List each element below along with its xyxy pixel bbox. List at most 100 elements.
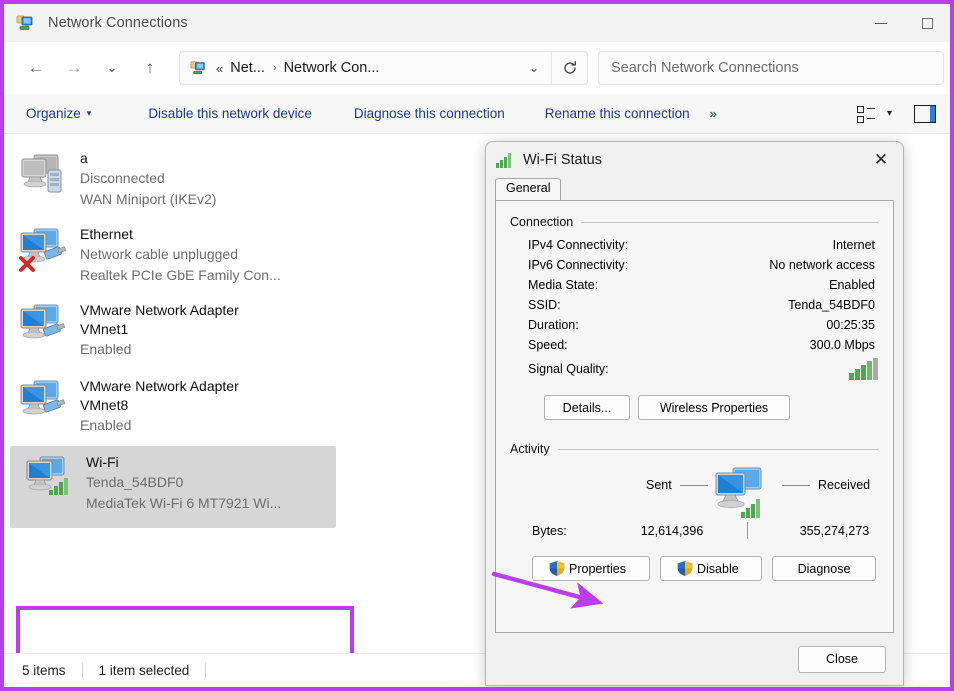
table-row: SSID: Tenda_54BDF0 <box>528 295 897 315</box>
connection-status: Disconnected <box>80 170 165 186</box>
diagnose-button[interactable]: Diagnose <box>772 556 876 581</box>
bytes-sent-value: 12,614,396 <box>640 524 704 538</box>
row-label: Duration: <box>528 318 579 332</box>
row-value: 00:25:35 <box>826 318 875 332</box>
activity-group-header: Activity <box>510 442 879 456</box>
disable-network-device-button[interactable]: Disable this network device <box>138 99 322 129</box>
breadcrumb-segment-network[interactable]: Net... <box>230 60 265 76</box>
network-folder-icon <box>190 59 208 77</box>
ethernet-unplugged-icon <box>18 226 74 278</box>
properties-button[interactable]: Properties <box>532 556 650 581</box>
wifi-connection-item[interactable]: Wi-Fi Tenda_54BDF0 MediaTek Wi-Fi 6 MT79… <box>10 446 336 528</box>
connection-name: VMware Network Adapter VMnet8 <box>80 378 239 413</box>
row-value: Internet <box>832 238 875 252</box>
search-box[interactable] <box>598 51 944 85</box>
window-controls <box>858 4 950 42</box>
row-label: SSID: <box>528 298 561 312</box>
signal-bars-icon <box>849 358 879 380</box>
item-count-label: 5 items <box>22 663 66 678</box>
chevron-down-icon[interactable]: ▾ <box>887 108 892 119</box>
up-button[interactable]: ↑ <box>131 51 169 85</box>
signal-bars-icon <box>496 152 514 168</box>
bytes-label: Bytes: <box>532 524 567 538</box>
window-titlebar: Network Connections <box>4 4 950 42</box>
address-bar[interactable]: « Net... › Network Con... ⌄ <box>179 51 588 85</box>
disable-button-label: Disable <box>697 561 739 576</box>
row-value: Enabled <box>829 278 875 292</box>
recent-locations-button[interactable]: ⌄ <box>93 51 131 85</box>
window-title: Network Connections <box>48 15 188 31</box>
back-button[interactable]: ← <box>17 51 55 85</box>
toolbar-right-group: ▾ <box>854 103 950 125</box>
selection-count-label: 1 item selected <box>98 663 190 678</box>
connection-buttons-row: Details... Wireless Properties <box>544 395 879 420</box>
search-input[interactable] <box>611 60 943 76</box>
screenshot-root: Network Connections ← → ⌄ ↑ « Net... › N… <box>0 0 954 691</box>
list-item[interactable]: a Disconnected WAN Miniport (IKEv2) <box>4 142 334 218</box>
activity-divider <box>747 522 748 539</box>
connection-group-header: Connection <box>510 215 879 229</box>
status-divider <box>205 663 207 678</box>
breadcrumb-overflow-chevrons[interactable]: « <box>216 61 223 76</box>
diagnose-connection-button[interactable]: Diagnose this connection <box>344 99 515 129</box>
table-row: Signal Quality: <box>528 355 897 383</box>
table-row: IPv4 Connectivity: Internet <box>528 235 897 255</box>
close-icon[interactable]: ✕ <box>859 143 903 177</box>
maximize-button[interactable] <box>904 4 950 42</box>
chevron-down-icon[interactable]: ⌄ <box>517 52 551 84</box>
toolbar-overflow-button[interactable]: » <box>700 106 727 121</box>
connection-name: VMware Network Adapter VMnet1 <box>80 302 239 337</box>
table-row: Media State: Enabled <box>528 275 897 295</box>
connection-name: Ethernet <box>80 226 133 242</box>
row-label: Speed: <box>528 338 568 352</box>
signal-quality-label: Signal Quality: <box>528 362 609 376</box>
breadcrumb-separator: › <box>272 62 277 74</box>
minimize-button[interactable] <box>858 4 904 42</box>
activity-group-label: Activity <box>510 442 550 456</box>
list-item-text: VMware Network Adapter VMnet8 Enabled <box>80 374 239 436</box>
activity-grid: Sent Received Bytes: 12,614,396 355,274,… <box>510 464 879 550</box>
row-value: Tenda_54BDF0 <box>788 298 875 312</box>
list-item-text: Wi-Fi Tenda_54BDF0 MediaTek Wi-Fi 6 MT79… <box>86 450 281 514</box>
connection-status: Network cable unplugged <box>80 246 238 262</box>
wifi-adapter-icon <box>24 454 80 506</box>
close-button[interactable]: Close <box>798 645 886 673</box>
row-label: Media State: <box>528 278 599 292</box>
activity-buttons-row: Properties Disable Diagnose <box>532 556 879 581</box>
wireless-properties-button[interactable]: Wireless Properties <box>638 395 790 420</box>
ethernet-adapter-icon <box>18 378 74 430</box>
sent-label: Sent <box>646 478 672 492</box>
connection-device: WAN Miniport (IKEv2) <box>80 191 217 207</box>
connection-device: MediaTek Wi-Fi 6 MT7921 Wi... <box>86 495 282 511</box>
network-connections-icon <box>16 13 36 33</box>
row-value: 300.0 Mbps <box>809 338 875 352</box>
connection-status: Tenda_54BDF0 <box>86 474 184 490</box>
table-row: Duration: 00:25:35 <box>528 315 897 335</box>
forward-button[interactable]: → <box>55 51 93 85</box>
dialog-footer: Close <box>486 633 903 685</box>
organize-button[interactable]: Organize ▾ <box>16 99 101 129</box>
list-item[interactable]: VMware Network Adapter VMnet8 Enabled <box>4 370 334 446</box>
tab-general[interactable]: General <box>495 178 562 200</box>
list-view-icon[interactable] <box>854 103 880 125</box>
details-button[interactable]: Details... <box>544 395 630 420</box>
details-pane-icon[interactable] <box>914 104 936 123</box>
received-connector-line <box>782 485 810 486</box>
received-label: Received <box>818 478 871 492</box>
disconnected-adapter-icon <box>18 150 74 202</box>
row-label: IPv4 Connectivity: <box>528 238 629 252</box>
breadcrumb-segment-network-connections[interactable]: Network Con... <box>284 60 380 76</box>
uac-shield-icon <box>549 561 565 576</box>
network-activity-icon <box>713 466 775 524</box>
list-item[interactable]: Ethernet Network cable unplugged Realtek… <box>4 218 334 294</box>
list-item[interactable]: VMware Network Adapter VMnet1 Enabled <box>4 294 334 370</box>
uac-shield-icon <box>677 561 693 576</box>
refresh-icon[interactable] <box>551 52 587 84</box>
disable-button[interactable]: Disable <box>660 556 762 581</box>
connection-name: a <box>80 150 88 166</box>
dialog-tabstrip: General <box>486 178 903 200</box>
command-toolbar: Organize ▾ Disable this network device D… <box>4 94 950 134</box>
dialog-title: Wi-Fi Status <box>523 152 602 168</box>
connection-status: Enabled <box>80 341 132 357</box>
rename-connection-button[interactable]: Rename this connection <box>535 99 700 129</box>
